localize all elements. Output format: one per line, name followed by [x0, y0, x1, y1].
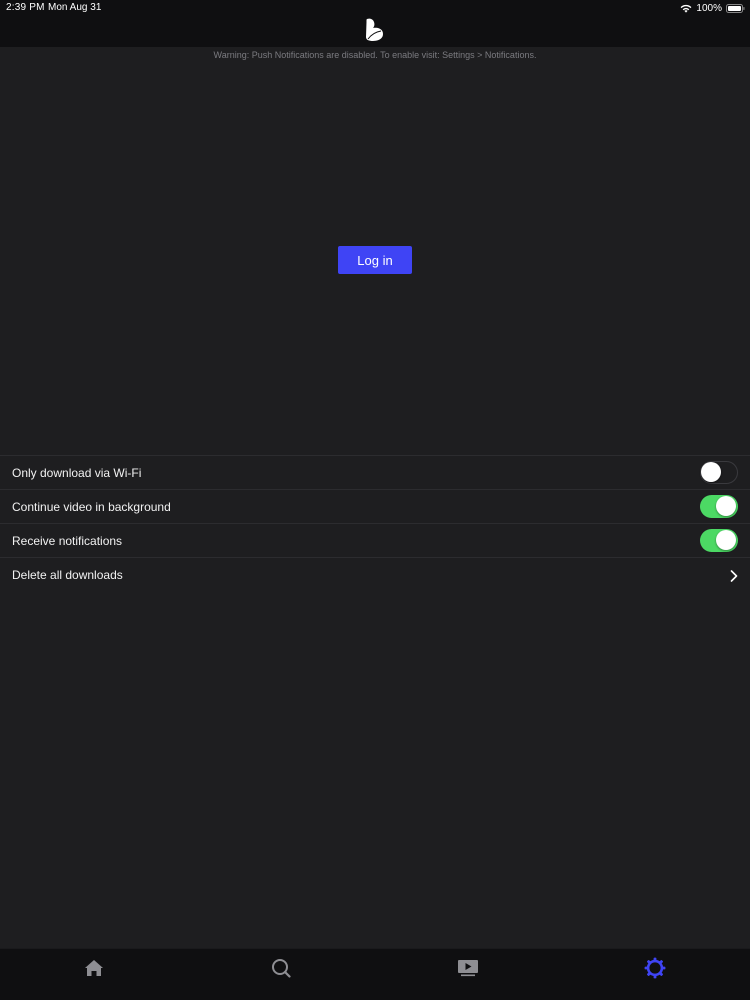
setting-label: Receive notifications — [12, 533, 123, 548]
wifi-only-toggle[interactable] — [700, 461, 738, 484]
top-bar: 2:39 PM Mon Aug 31 100% — [0, 0, 750, 47]
search-icon — [271, 958, 291, 983]
settings-gear-icon — [644, 957, 666, 984]
video-icon — [457, 959, 479, 982]
setting-wifi-only-row[interactable]: Only download via Wi-Fi — [0, 455, 750, 489]
notifications-toggle[interactable] — [700, 529, 738, 552]
login-button[interactable]: Log in — [338, 246, 412, 274]
tab-home[interactable] — [82, 958, 106, 982]
setting-label: Only download via Wi-Fi — [12, 465, 142, 480]
settings-list: Only download via Wi-Fi Continue video i… — [0, 455, 750, 591]
toggle-knob — [701, 462, 721, 482]
wifi-icon — [680, 4, 692, 13]
setting-notifications-row[interactable]: Receive notifications — [0, 523, 750, 557]
battery-percent: 100% — [696, 2, 722, 14]
toggle-knob — [716, 530, 736, 550]
setting-delete-downloads-row[interactable]: Delete all downloads — [0, 557, 750, 591]
status-indicators: 100% — [680, 1, 745, 15]
tab-videos[interactable] — [456, 958, 480, 982]
setting-background-video-row[interactable]: Continue video in background — [0, 489, 750, 523]
status-date: Mon Aug 31 — [48, 2, 102, 13]
background-video-toggle[interactable] — [700, 495, 738, 518]
home-icon — [84, 959, 104, 982]
chevron-right-icon — [730, 569, 738, 582]
notification-warning: Warning: Push Notifications are disabled… — [213, 50, 537, 60]
tab-bar — [0, 948, 750, 1000]
b-logo-icon — [364, 18, 386, 42]
tab-settings[interactable] — [643, 957, 667, 984]
app-screen: 2:39 PM Mon Aug 31 100% Warning: Push No… — [0, 0, 750, 1000]
status-time: 2:39 PM — [6, 2, 45, 13]
tab-search[interactable] — [269, 958, 293, 982]
setting-label: Continue video in background — [12, 499, 171, 514]
battery-icon — [726, 3, 745, 13]
toggle-knob — [716, 496, 736, 516]
setting-label: Delete all downloads — [12, 567, 123, 582]
